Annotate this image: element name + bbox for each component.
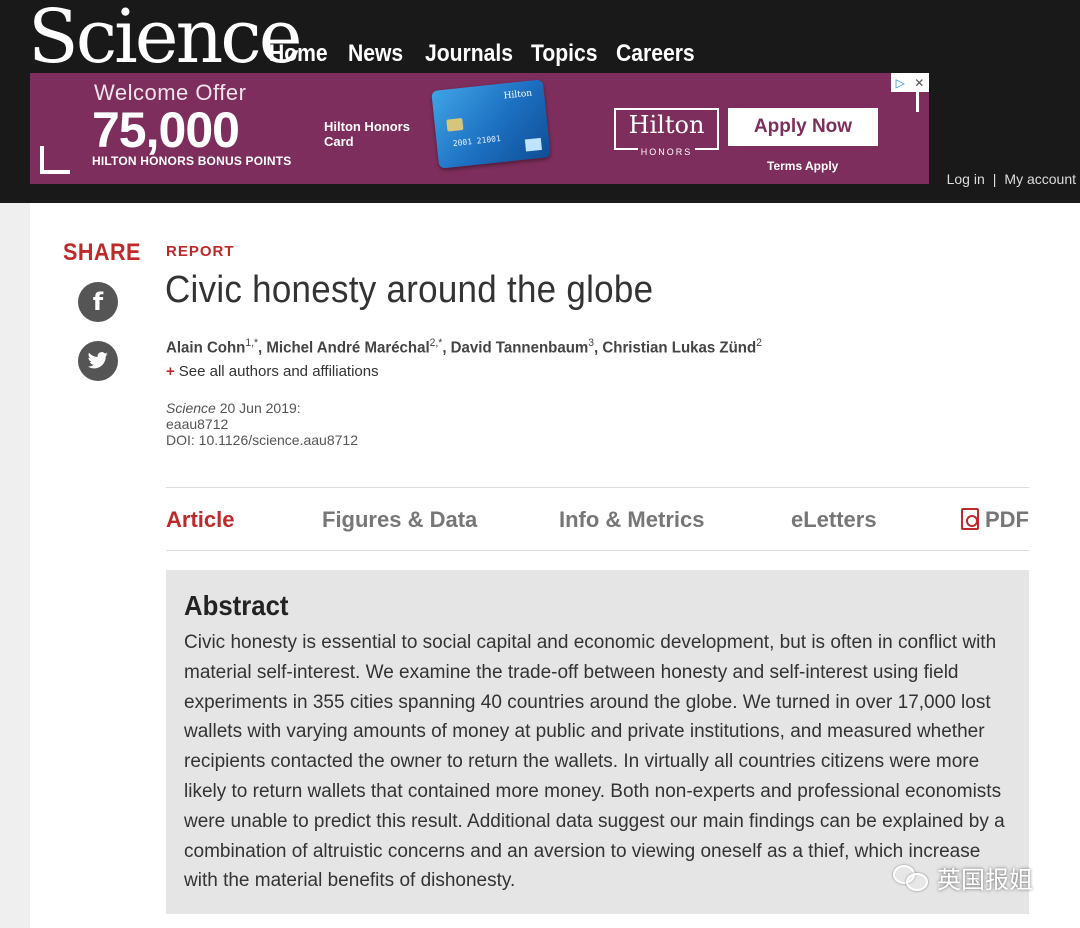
hilton-logo-text: Hilton bbox=[628, 111, 705, 139]
plus-icon: + bbox=[166, 363, 175, 380]
see-all-label: See all authors and affiliations bbox=[178, 363, 379, 380]
nav-careers[interactable]: Careers bbox=[616, 40, 695, 68]
author-affiliation: 1,* bbox=[245, 337, 259, 349]
terms-apply-link[interactable]: Terms Apply bbox=[767, 159, 838, 173]
watermark-text: 英国报姐 bbox=[937, 867, 1033, 894]
site-header: Science Home News Journals Topics Career… bbox=[0, 0, 1080, 203]
tab-info-metrics[interactable]: Info & Metrics bbox=[559, 507, 704, 533]
see-all-authors-link[interactable]: + See all authors and affiliations bbox=[166, 363, 379, 380]
tab-pdf-label: PDF bbox=[985, 507, 1029, 532]
card-brand: Hilton bbox=[503, 88, 533, 102]
article-id: eaau8712 bbox=[166, 416, 229, 432]
account-links: Log in | My account bbox=[947, 171, 1076, 187]
login-link[interactable]: Log in bbox=[947, 171, 985, 187]
honors-logo-text: HONORS bbox=[637, 147, 696, 157]
ad-choices-badge[interactable]: ▷ ✕ bbox=[891, 73, 929, 92]
ad-divider bbox=[916, 92, 919, 112]
tab-article[interactable]: Article bbox=[166, 507, 234, 533]
twitter-icon bbox=[87, 352, 108, 369]
science-logo[interactable]: Science bbox=[28, 0, 302, 80]
article-type: REPORT bbox=[166, 243, 235, 260]
doi[interactable]: DOI: 10.1126/science.aau8712 bbox=[166, 432, 358, 448]
apply-now-button[interactable]: Apply Now bbox=[728, 108, 878, 146]
facebook-share-button[interactable]: f bbox=[78, 282, 118, 322]
journal-name: Science bbox=[166, 400, 216, 416]
citation-journal-line: Science 20 Jun 2019: bbox=[166, 400, 358, 416]
ad-corner-mark bbox=[40, 146, 70, 174]
card-network-icon bbox=[524, 137, 542, 152]
nav-topics[interactable]: Topics bbox=[531, 40, 597, 68]
author-affiliation: 3 bbox=[588, 337, 595, 349]
my-account-link[interactable]: My account bbox=[1004, 171, 1076, 187]
author-affiliation: 2 bbox=[756, 337, 762, 349]
share-label: SHARE bbox=[63, 239, 141, 266]
facebook-icon: f bbox=[92, 288, 104, 316]
abstract-text: Civic honesty is essential to social cap… bbox=[184, 632, 1005, 892]
article-page: SHARE f REPORT Civic honesty around the … bbox=[30, 203, 1080, 928]
tab-figures-data[interactable]: Figures & Data bbox=[322, 507, 477, 533]
pdf-icon bbox=[961, 508, 979, 530]
author-name[interactable]: Michel André Maréchal bbox=[266, 339, 429, 356]
credit-card-image: Hilton 2001 21001 bbox=[431, 79, 551, 169]
twitter-share-button[interactable] bbox=[78, 341, 118, 381]
author-name[interactable]: David Tannenbaum bbox=[451, 339, 589, 356]
ad-close-icon[interactable]: ✕ bbox=[914, 76, 924, 90]
author-name[interactable]: Christian Lukas Zünd bbox=[602, 339, 756, 356]
abstract-heading: Abstract bbox=[184, 590, 289, 621]
card-number: 2001 21001 bbox=[452, 134, 502, 149]
ad-choices-icon[interactable]: ▷ bbox=[896, 76, 905, 90]
nav-news[interactable]: News bbox=[348, 40, 403, 68]
wechat-icon bbox=[893, 863, 931, 893]
main-nav: Home News Journals Topics Careers bbox=[269, 40, 721, 68]
ad-bonus-text: HILTON HONORS BONUS POINTS bbox=[92, 154, 292, 168]
hilton-ad-banner[interactable]: Welcome Offer 75,000 HILTON HONORS BONUS… bbox=[30, 73, 929, 184]
nav-home[interactable]: Home bbox=[269, 40, 328, 68]
account-separator: | bbox=[992, 171, 997, 187]
card-chip-icon bbox=[446, 117, 464, 132]
hilton-honors-logo: Hilton HONORS bbox=[614, 108, 719, 157]
wechat-watermark: 英国报姐 bbox=[893, 860, 1033, 895]
article-title: Civic honesty around the globe bbox=[165, 269, 654, 311]
tab-pdf[interactable]: PDF bbox=[961, 507, 1029, 533]
nav-journals[interactable]: Journals bbox=[425, 40, 513, 68]
citation-info: Science 20 Jun 2019: eaau8712 DOI: 10.11… bbox=[166, 400, 358, 448]
pub-date: 20 Jun 2019: bbox=[215, 400, 301, 416]
author-list: Alain Cohn1,*, Michel André Maréchal2,*,… bbox=[166, 337, 762, 357]
tab-eletters[interactable]: eLetters bbox=[791, 507, 877, 533]
ad-card-name: Hilton Honors Card bbox=[324, 119, 410, 149]
article-tabs: Article Figures & Data Info & Metrics eL… bbox=[166, 487, 1029, 551]
ad-points-amount: 75,000 bbox=[92, 102, 240, 158]
author-affiliation: 2,* bbox=[429, 337, 443, 349]
author-name[interactable]: Alain Cohn bbox=[166, 339, 245, 356]
